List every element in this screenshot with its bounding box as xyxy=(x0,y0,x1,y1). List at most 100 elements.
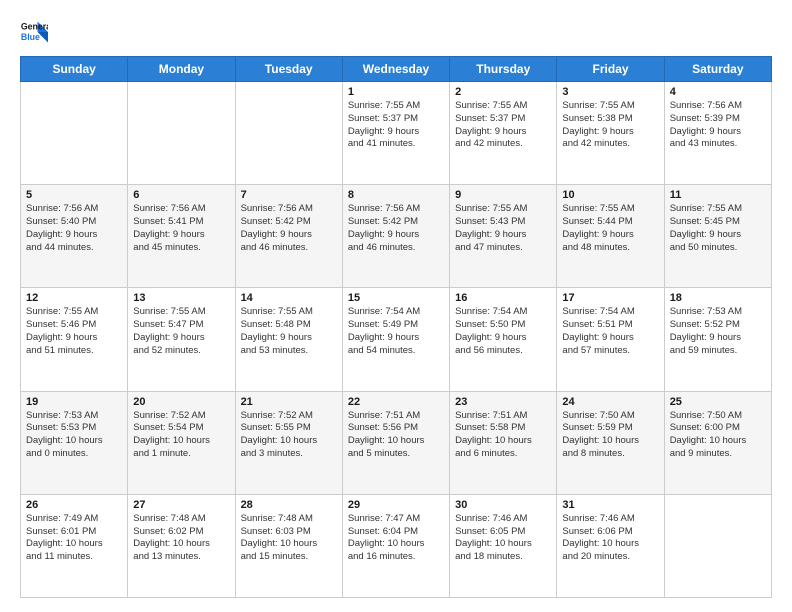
calendar-page: General Blue SundayMondayTuesdayWednesda… xyxy=(0,0,792,612)
day-number: 10 xyxy=(562,189,658,201)
day-number: 19 xyxy=(26,396,122,408)
day-detail: Sunrise: 7:56 AMSunset: 5:40 PMDaylight:… xyxy=(26,203,122,254)
calendar-cell xyxy=(664,494,771,597)
calendar-cell: 7 Sunrise: 7:56 AMSunset: 5:42 PMDaylight… xyxy=(235,185,342,288)
day-number: 3 xyxy=(562,86,658,98)
day-detail: Sunrise: 7:55 AMSunset: 5:43 PMDaylight:… xyxy=(455,203,551,254)
svg-text:General: General xyxy=(21,21,48,31)
day-number: 31 xyxy=(562,499,658,511)
day-detail: Sunrise: 7:55 AMSunset: 5:37 PMDaylight:… xyxy=(348,100,444,151)
weekday-header: Saturday xyxy=(664,57,771,82)
calendar-table: SundayMondayTuesdayWednesdayThursdayFrid… xyxy=(20,56,772,598)
weekday-header: Tuesday xyxy=(235,57,342,82)
calendar-cell: 5 Sunrise: 7:56 AMSunset: 5:40 PMDaylight… xyxy=(21,185,128,288)
day-number: 12 xyxy=(26,292,122,304)
day-number: 11 xyxy=(670,189,766,201)
day-number: 8 xyxy=(348,189,444,201)
calendar-cell: 29 Sunrise: 7:47 AMSunset: 6:04 PMDayligh… xyxy=(342,494,449,597)
calendar-cell xyxy=(21,82,128,185)
weekday-header: Sunday xyxy=(21,57,128,82)
calendar-cell: 23 Sunrise: 7:51 AMSunset: 5:58 PMDayligh… xyxy=(450,391,557,494)
day-detail: Sunrise: 7:54 AMSunset: 5:50 PMDaylight:… xyxy=(455,306,551,357)
calendar-cell: 10 Sunrise: 7:55 AMSunset: 5:44 PMDayligh… xyxy=(557,185,664,288)
day-number: 4 xyxy=(670,86,766,98)
day-number: 5 xyxy=(26,189,122,201)
calendar-cell xyxy=(128,82,235,185)
day-number: 14 xyxy=(241,292,337,304)
calendar-cell: 12 Sunrise: 7:55 AMSunset: 5:46 PMDayligh… xyxy=(21,288,128,391)
day-detail: Sunrise: 7:56 AMSunset: 5:41 PMDaylight:… xyxy=(133,203,229,254)
day-number: 25 xyxy=(670,396,766,408)
day-detail: Sunrise: 7:55 AMSunset: 5:44 PMDaylight:… xyxy=(562,203,658,254)
day-detail: Sunrise: 7:55 AMSunset: 5:38 PMDaylight:… xyxy=(562,100,658,151)
day-detail: Sunrise: 7:48 AMSunset: 6:03 PMDaylight:… xyxy=(241,513,337,564)
calendar-header: SundayMondayTuesdayWednesdayThursdayFrid… xyxy=(21,57,772,82)
day-number: 9 xyxy=(455,189,551,201)
day-detail: Sunrise: 7:55 AMSunset: 5:47 PMDaylight:… xyxy=(133,306,229,357)
day-number: 16 xyxy=(455,292,551,304)
calendar-cell: 6 Sunrise: 7:56 AMSunset: 5:41 PMDaylight… xyxy=(128,185,235,288)
calendar-cell: 20Sunrise: 7:52 AMSunset: 5:54 PMDayligh… xyxy=(128,391,235,494)
weekday-header: Monday xyxy=(128,57,235,82)
day-detail: Sunrise: 7:56 AMSunset: 5:42 PMDaylight:… xyxy=(348,203,444,254)
day-detail: Sunrise: 7:54 AMSunset: 5:49 PMDaylight:… xyxy=(348,306,444,357)
day-number: 22 xyxy=(348,396,444,408)
calendar-cell: 19 Sunrise: 7:53 AMSunset: 5:53 PMDayligh… xyxy=(21,391,128,494)
svg-text:Blue: Blue xyxy=(21,32,40,42)
day-detail: Sunrise: 7:55 AMSunset: 5:48 PMDaylight:… xyxy=(241,306,337,357)
day-number: 28 xyxy=(241,499,337,511)
day-detail: Sunrise: 7:55 AMSunset: 5:37 PMDaylight:… xyxy=(455,100,551,151)
day-detail: Sunrise: 7:55 AMSunset: 5:45 PMDaylight:… xyxy=(670,203,766,254)
calendar-cell: 3 Sunrise: 7:55 AMSunset: 5:38 PMDaylight… xyxy=(557,82,664,185)
day-number: 6 xyxy=(133,189,229,201)
day-detail: Sunrise: 7:54 AMSunset: 5:51 PMDaylight:… xyxy=(562,306,658,357)
logo-icon: General Blue xyxy=(20,18,48,46)
calendar-cell: 21 Sunrise: 7:52 AMSunset: 5:55 PMDayligh… xyxy=(235,391,342,494)
weekday-header: Wednesday xyxy=(342,57,449,82)
day-detail: Sunrise: 7:49 AMSunset: 6:01 PMDaylight:… xyxy=(26,513,122,564)
day-number: 23 xyxy=(455,396,551,408)
calendar-cell xyxy=(235,82,342,185)
day-number: 1 xyxy=(348,86,444,98)
calendar-cell: 9 Sunrise: 7:55 AMSunset: 5:43 PMDaylight… xyxy=(450,185,557,288)
day-number: 29 xyxy=(348,499,444,511)
day-detail: Sunrise: 7:51 AMSunset: 5:58 PMDaylight:… xyxy=(455,410,551,461)
calendar-cell: 11 Sunrise: 7:55 AMSunset: 5:45 PMDayligh… xyxy=(664,185,771,288)
calendar-cell: 17 Sunrise: 7:54 AMSunset: 5:51 PMDayligh… xyxy=(557,288,664,391)
day-detail: Sunrise: 7:52 AMSunset: 5:55 PMDaylight:… xyxy=(241,410,337,461)
weekday-header: Thursday xyxy=(450,57,557,82)
day-detail: Sunrise: 7:53 AMSunset: 5:53 PMDaylight:… xyxy=(26,410,122,461)
day-number: 27 xyxy=(133,499,229,511)
day-detail: Sunrise: 7:46 AMSunset: 6:05 PMDaylight:… xyxy=(455,513,551,564)
calendar-cell: 26 Sunrise: 7:49 AMSunset: 6:01 PMDayligh… xyxy=(21,494,128,597)
calendar-cell: 28 Sunrise: 7:48 AMSunset: 6:03 PMDayligh… xyxy=(235,494,342,597)
day-number: 30 xyxy=(455,499,551,511)
day-number: 21 xyxy=(241,396,337,408)
calendar-cell: 16 Sunrise: 7:54 AMSunset: 5:50 PMDayligh… xyxy=(450,288,557,391)
calendar-cell: 25Sunrise: 7:50 AMSunset: 6:00 PMDayligh… xyxy=(664,391,771,494)
day-detail: Sunrise: 7:55 AMSunset: 5:46 PMDaylight:… xyxy=(26,306,122,357)
day-number: 2 xyxy=(455,86,551,98)
day-number: 7 xyxy=(241,189,337,201)
day-number: 13 xyxy=(133,292,229,304)
day-detail: Sunrise: 7:53 AMSunset: 5:52 PMDaylight:… xyxy=(670,306,766,357)
day-number: 26 xyxy=(26,499,122,511)
calendar-cell: 31 Sunrise: 7:46 AMSunset: 6:06 PMDayligh… xyxy=(557,494,664,597)
calendar-cell: 24Sunrise: 7:50 AMSunset: 5:59 PMDayligh… xyxy=(557,391,664,494)
day-detail: Sunrise: 7:50 AMSunset: 5:59 PMDaylight:… xyxy=(562,410,658,461)
calendar-cell: 14 Sunrise: 7:55 AMSunset: 5:48 PMDayligh… xyxy=(235,288,342,391)
day-detail: Sunrise: 7:47 AMSunset: 6:04 PMDaylight:… xyxy=(348,513,444,564)
calendar-cell: 27Sunrise: 7:48 AMSunset: 6:02 PMDayligh… xyxy=(128,494,235,597)
header: General Blue xyxy=(20,18,772,46)
calendar-cell: 8 Sunrise: 7:56 AMSunset: 5:42 PMDaylight… xyxy=(342,185,449,288)
calendar-cell: 30 Sunrise: 7:46 AMSunset: 6:05 PMDayligh… xyxy=(450,494,557,597)
day-number: 18 xyxy=(670,292,766,304)
day-detail: Sunrise: 7:46 AMSunset: 6:06 PMDaylight:… xyxy=(562,513,658,564)
day-detail: Sunrise: 7:56 AMSunset: 5:42 PMDaylight:… xyxy=(241,203,337,254)
calendar-cell: 13 Sunrise: 7:55 AMSunset: 5:47 PMDayligh… xyxy=(128,288,235,391)
day-number: 17 xyxy=(562,292,658,304)
day-detail: Sunrise: 7:51 AMSunset: 5:56 PMDaylight:… xyxy=(348,410,444,461)
logo: General Blue xyxy=(20,18,48,46)
calendar-cell: 2 Sunrise: 7:55 AMSunset: 5:37 PMDaylight… xyxy=(450,82,557,185)
day-number: 20 xyxy=(133,396,229,408)
